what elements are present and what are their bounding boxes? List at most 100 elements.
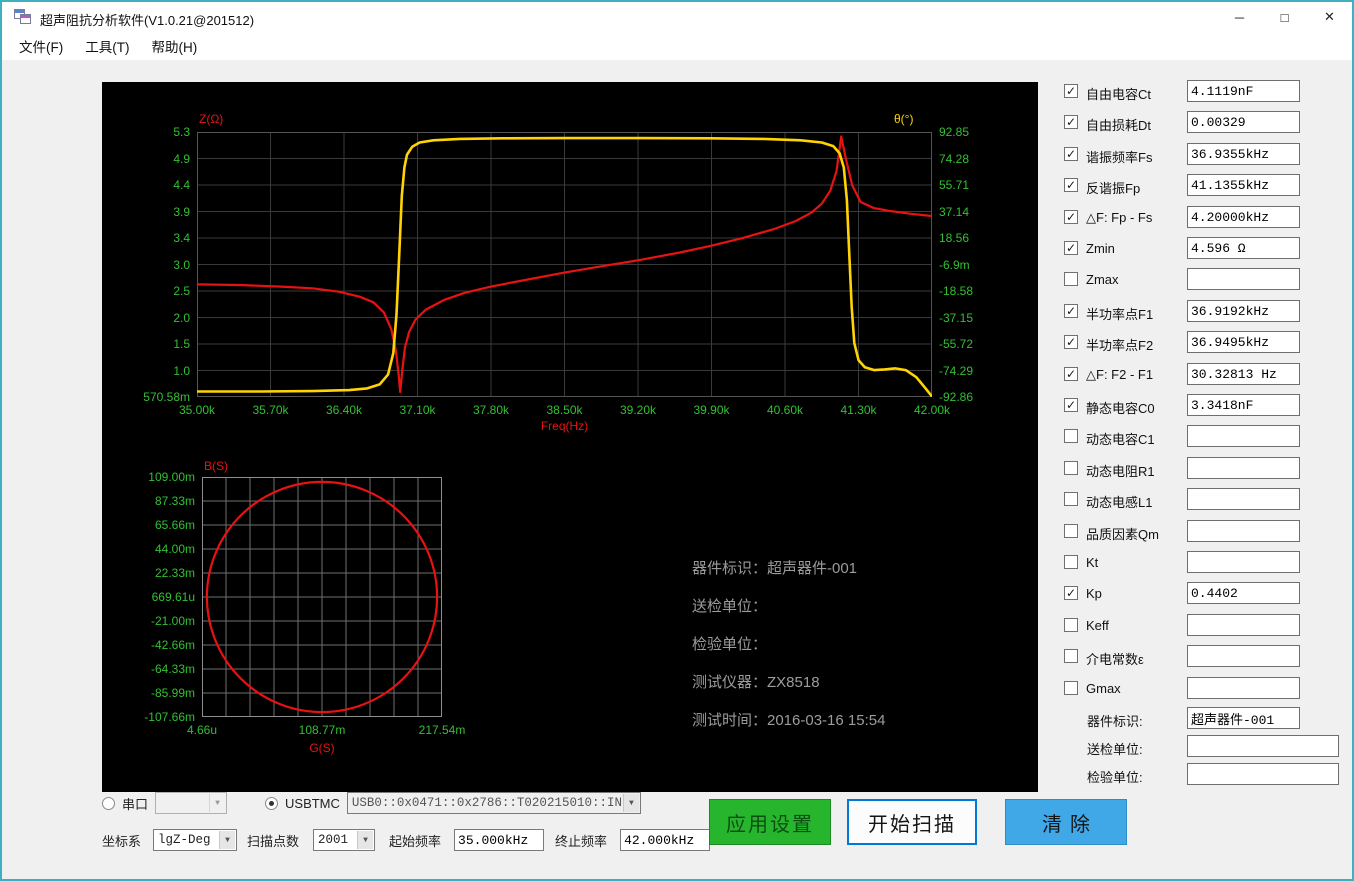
axis-tick: 2.5 — [173, 284, 190, 298]
measure-row-12: 动态电阻R1 — [1064, 453, 1352, 484]
measure-value-input[interactable] — [1187, 143, 1300, 165]
id-field-input[interactable] — [1187, 763, 1339, 785]
measure-value-input[interactable] — [1187, 111, 1300, 133]
axis-tick: 22.33m — [154, 566, 195, 580]
measure-label: 介电常数ε — [1086, 652, 1144, 667]
measure-value-input[interactable] — [1187, 394, 1300, 416]
checkbox-unchecked-icon[interactable] — [1064, 429, 1078, 443]
checkbox-unchecked-icon[interactable] — [1064, 524, 1078, 538]
menu-item-0[interactable]: 文件(F) — [8, 31, 74, 61]
axis-tick: 65.66m — [154, 518, 195, 532]
serial-radio[interactable] — [102, 796, 115, 810]
serial-label: 串口 — [122, 796, 149, 812]
freq-axis-title: Freq(Hz) — [540, 419, 589, 433]
id-field-input[interactable] — [1187, 707, 1300, 729]
id-field-label: 送检单位: — [1087, 742, 1143, 757]
checkbox-unchecked-icon[interactable] — [1064, 681, 1078, 695]
menu-item-2[interactable]: 帮助(H) — [141, 31, 209, 61]
checkbox-unchecked-icon[interactable] — [1064, 618, 1078, 632]
measure-value-input[interactable] — [1187, 677, 1300, 699]
id-field-input[interactable] — [1187, 735, 1339, 757]
measure-value-input[interactable] — [1187, 582, 1300, 604]
measure-row-5: ✓ Zmin — [1064, 233, 1352, 264]
checkbox-unchecked-icon[interactable] — [1064, 272, 1078, 286]
measure-value-input[interactable] — [1187, 457, 1300, 479]
measure-value-input[interactable] — [1187, 425, 1300, 447]
axis-tick: -42.66m — [150, 638, 195, 652]
measure-value-input[interactable] — [1187, 206, 1300, 228]
checkbox-checked-icon[interactable]: ✓ — [1064, 367, 1078, 381]
axis-tick: 669.61u — [151, 590, 195, 604]
checkbox-checked-icon[interactable]: ✓ — [1064, 586, 1078, 600]
menu-item-1[interactable]: 工具(T) — [74, 31, 140, 61]
checkbox-checked-icon[interactable]: ✓ — [1064, 115, 1078, 129]
measure-label: △F: F2 - F1 — [1086, 367, 1154, 382]
clear-button[interactable]: 清除 — [1005, 799, 1127, 845]
measure-value-input[interactable] — [1187, 363, 1300, 385]
checkbox-checked-icon[interactable]: ✓ — [1064, 210, 1078, 224]
sweep-settings-row: 坐标系 lgZ-Deg ▼ 扫描点数 2001 ▼ 起始频率 终止频率 — [102, 829, 711, 851]
usbtmc-address-combo[interactable]: USB0::0x0471::0x2786::T020215010::INSTR … — [346, 792, 641, 814]
stop-freq-label: 终止频率 — [555, 833, 608, 849]
checkbox-unchecked-icon[interactable] — [1064, 461, 1078, 475]
id-field-label: 检验单位: — [1087, 770, 1143, 785]
admittance-circle-chart — [202, 477, 442, 717]
info-line: 测试时间：2016-03-16 15:54 — [692, 712, 886, 729]
axis-tick: 35.00k — [178, 403, 216, 417]
axis-tick: 4.4 — [173, 178, 190, 192]
measure-label: △F: Fp - Fs — [1086, 210, 1153, 225]
measure-value-input[interactable] — [1187, 645, 1300, 667]
close-icon[interactable]: ✕ — [1307, 2, 1352, 32]
coord-system-value: lgZ-Deg — [158, 833, 211, 847]
checkbox-checked-icon[interactable]: ✓ — [1064, 398, 1078, 412]
stop-freq-input[interactable] — [620, 829, 711, 851]
measure-label: 反谐振Fp — [1086, 181, 1141, 196]
measure-row-14: 品质因素Qm — [1064, 516, 1352, 547]
measure-label: 谐振频率Fs — [1086, 150, 1153, 165]
checkbox-checked-icon[interactable]: ✓ — [1064, 84, 1078, 98]
axis-tick: 5.3 — [173, 125, 190, 139]
measure-value-input[interactable] — [1187, 80, 1300, 102]
measure-value-input[interactable] — [1187, 331, 1300, 353]
measure-row-7: ✓ 半功率点F1 — [1064, 296, 1352, 327]
checkbox-checked-icon[interactable]: ✓ — [1064, 241, 1078, 255]
coord-system-label: 坐标系 — [102, 833, 142, 849]
checkbox-checked-icon[interactable]: ✓ — [1064, 178, 1078, 192]
measure-value-input[interactable] — [1187, 520, 1300, 542]
measure-value-input[interactable] — [1187, 614, 1300, 636]
coord-system-combo[interactable]: lgZ-Deg ▼ — [153, 829, 238, 851]
measure-value-input[interactable] — [1187, 300, 1300, 322]
measure-row-0: ✓ 自由电容Ct — [1064, 76, 1352, 107]
checkbox-unchecked-icon[interactable] — [1064, 649, 1078, 663]
usbtmc-label: USBTMC — [285, 795, 340, 811]
id-field-label: 器件标识: — [1087, 714, 1143, 729]
scan-points-combo[interactable]: 2001 ▼ — [313, 829, 376, 851]
start-scan-button[interactable]: 开始扫描 — [847, 799, 977, 845]
app-icon — [14, 9, 31, 24]
checkbox-checked-icon[interactable]: ✓ — [1064, 304, 1078, 318]
measure-value-input[interactable] — [1187, 237, 1300, 259]
axis-tick: -37.15 — [939, 310, 974, 325]
axis-tick: 109.00m — [148, 470, 195, 484]
minimize-icon[interactable]: ─ — [1217, 2, 1262, 32]
checkbox-unchecked-icon[interactable] — [1064, 555, 1078, 569]
checkbox-checked-icon[interactable]: ✓ — [1064, 147, 1078, 161]
usbtmc-radio[interactable] — [265, 796, 279, 810]
measure-value-input[interactable] — [1187, 174, 1300, 196]
usbtmc-address-value: USB0::0x0471::0x2786::T020215010::INSTR — [351, 796, 622, 810]
checkbox-unchecked-icon[interactable] — [1064, 492, 1078, 506]
maximize-icon[interactable]: □ — [1262, 2, 1307, 32]
measure-value-input[interactable] — [1187, 268, 1300, 290]
axis-tick: 2.0 — [173, 310, 190, 325]
axis-tick: -85.99m — [150, 686, 195, 700]
measure-value-input[interactable] — [1187, 488, 1300, 510]
start-freq-input[interactable] — [454, 829, 545, 851]
id-field-row-0: 器件标识: — [1064, 704, 1352, 732]
measure-label: 半功率点F1 — [1086, 307, 1154, 322]
checkbox-checked-icon[interactable]: ✓ — [1064, 335, 1078, 349]
measure-value-input[interactable] — [1187, 551, 1300, 573]
apply-settings-button[interactable]: 应用设置 — [709, 799, 831, 845]
measure-label: Kt — [1086, 555, 1099, 570]
serial-port-combo[interactable]: ▼ — [155, 792, 228, 814]
measure-label: 自由电容Ct — [1086, 87, 1152, 102]
